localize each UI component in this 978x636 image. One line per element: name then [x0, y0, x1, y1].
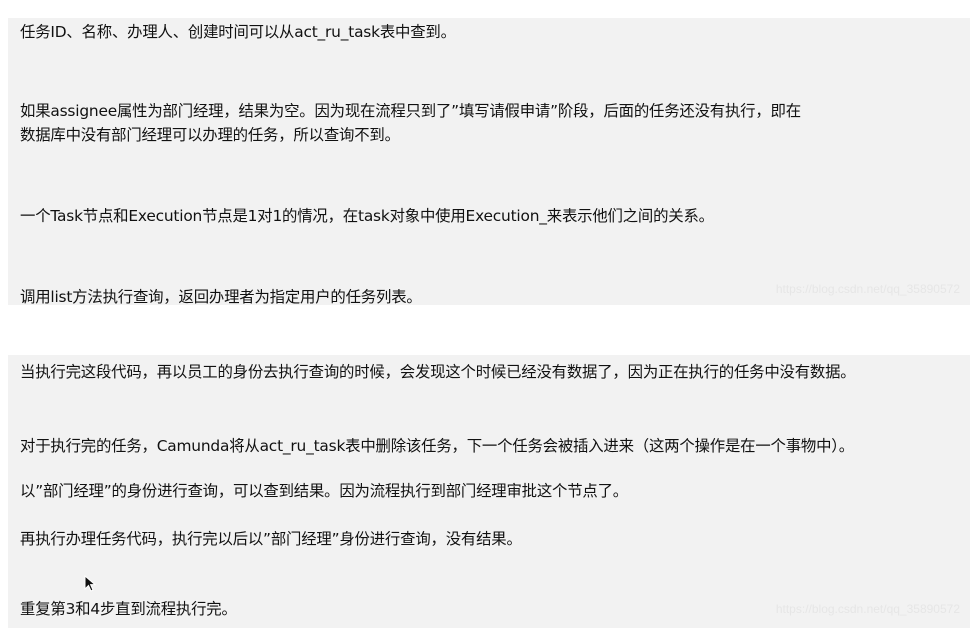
watermark: https://blog.csdn.net/qq_35890572 — [775, 282, 960, 296]
text-line: 当执行完这段代码，再以员工的身份去执行查询的时候，会发现这个时候已经没有数据了，… — [20, 363, 856, 381]
text-line: 对于执行完的任务，Camunda将从act_ru_task表中删除该任务，下一个… — [20, 437, 854, 455]
text-line: 数据库中没有部门经理可以办理的任务，所以查询不到。 — [20, 126, 400, 144]
text-line: 一个Task节点和Execution节点是1对1的情况，在task对象中使用Ex… — [20, 207, 714, 225]
note-panel-1: 任务ID、名称、办理人、创建时间可以从act_ru_task表中查到。 如果as… — [8, 18, 970, 306]
note-panel-2: 当执行完这段代码，再以员工的身份去执行查询的时候，会发现这个时候已经没有数据了，… — [8, 355, 970, 628]
mouse-pointer-icon — [84, 575, 97, 592]
text-line: 以”部门经理”的身份进行查询，可以查到结果。因为流程执行到部门经理审批这个节点了… — [20, 482, 628, 500]
text-line: 如果assignee属性为部门经理，结果为空。因为现在流程只到了”填写请假申请”… — [20, 102, 801, 120]
text-line: 任务ID、名称、办理人、创建时间可以从act_ru_task表中查到。 — [20, 23, 456, 41]
text-line: 再执行办理任务代码，执行完以后以”部门经理”身份进行查询，没有结果。 — [20, 530, 522, 548]
watermark: https://blog.csdn.net/qq_35890572 — [775, 602, 960, 616]
